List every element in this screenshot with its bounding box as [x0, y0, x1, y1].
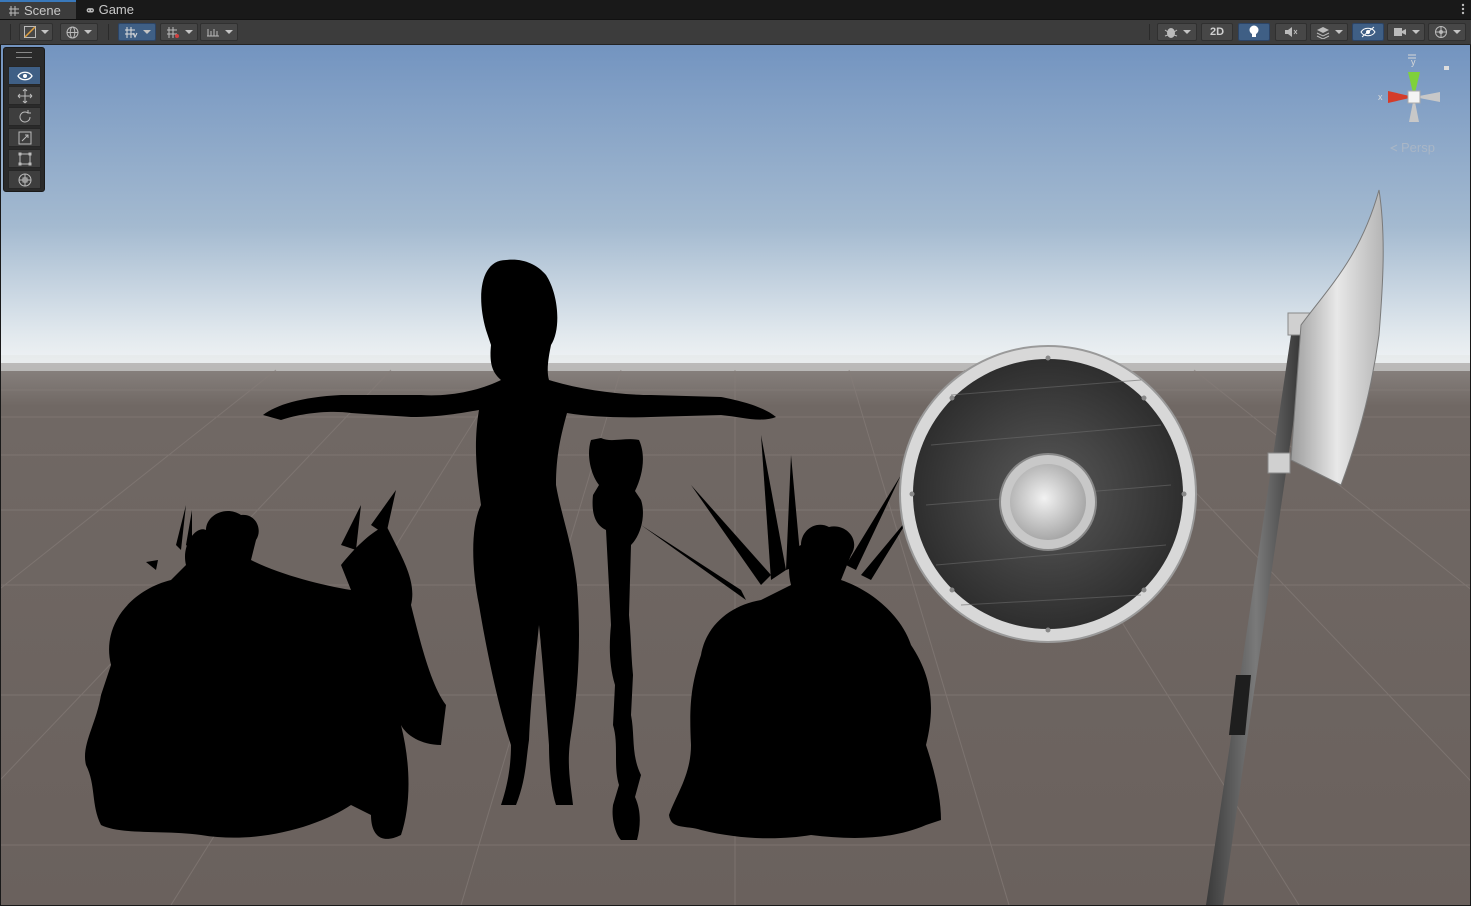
audio-toggle[interactable]	[1275, 23, 1307, 41]
chevron-down-icon	[142, 30, 151, 34]
toolbar-separator	[10, 24, 11, 40]
shaded-mode-icon	[23, 26, 36, 38]
snap-increment-dropdown[interactable]	[160, 23, 198, 41]
tab-game-label: Game	[98, 2, 134, 17]
gizmo-x-label: x	[1378, 92, 1383, 102]
shield	[899, 345, 1197, 643]
rect-tool[interactable]	[8, 149, 41, 168]
2d-toggle-label: 2D	[1209, 26, 1225, 38]
eye-slash-icon	[1360, 26, 1376, 38]
gizmo-globe-icon	[1434, 26, 1447, 38]
move-tool[interactable]	[8, 86, 41, 105]
chevron-down-icon	[184, 30, 193, 34]
chevron-down-icon	[84, 30, 92, 34]
tools-overlay-grip[interactable]	[16, 52, 32, 58]
lightbulb-icon	[1249, 25, 1259, 37]
chevron-down-icon	[1452, 30, 1461, 34]
eye-icon	[16, 71, 33, 80]
snap-increment-icon	[166, 26, 179, 38]
chevron-down-icon	[1334, 30, 1343, 34]
move-arrows-icon	[17, 88, 32, 103]
scale-tool[interactable]	[8, 128, 41, 147]
global-local-dropdown[interactable]	[60, 23, 98, 41]
grid-snap-dropdown[interactable]	[118, 23, 156, 41]
camera-dropdown[interactable]	[1387, 23, 1425, 41]
chevron-left-icon	[1389, 144, 1398, 151]
scale-icon	[18, 131, 31, 144]
draw-mode-dropdown[interactable]	[19, 23, 53, 41]
chevron-down-icon	[40, 30, 49, 34]
effects-layers-icon	[1316, 26, 1329, 39]
gizmo-settings-dropdown[interactable]	[1157, 23, 1197, 41]
tab-game[interactable]: Game	[78, 0, 142, 19]
speaker-mute-icon	[1285, 27, 1298, 37]
projection-label: Persp	[1401, 140, 1435, 155]
grid-snap-icon	[124, 26, 137, 38]
more-options-icon[interactable]	[1461, 2, 1465, 16]
toolbar-separator	[108, 24, 109, 40]
scene-toolbar: 2D	[0, 20, 1471, 45]
grid-icon	[9, 5, 19, 16]
tab-scene-label: Scene	[24, 3, 61, 18]
chevron-down-icon	[224, 30, 233, 34]
2d-toggle[interactable]: 2D	[1201, 23, 1233, 41]
bug-icon	[1164, 27, 1177, 38]
transform-tool[interactable]	[8, 170, 41, 189]
tools-overlay	[3, 47, 45, 192]
projection-toggle[interactable]: Persp	[1389, 140, 1435, 155]
rect-transform-icon	[18, 152, 31, 165]
gizmo-y-label: y	[1411, 57, 1416, 67]
ruler-icon	[206, 29, 219, 37]
gizmo-center-cube[interactable]	[1407, 90, 1421, 104]
scene-render	[1, 45, 1470, 905]
hidden-objects-toggle[interactable]	[1352, 23, 1384, 41]
scene-viewport[interactable]	[1, 45, 1470, 905]
globe-icon	[66, 26, 79, 38]
sky	[1, 45, 1470, 375]
toolbar-separator	[1149, 24, 1150, 40]
gamepad-icon	[86, 7, 94, 12]
chevron-down-icon	[1411, 30, 1420, 34]
tab-scene[interactable]: Scene	[0, 0, 76, 19]
gizmos-dropdown[interactable]	[1428, 23, 1466, 41]
ruler-dropdown[interactable]	[200, 23, 238, 41]
tab-bar: Scene Game	[0, 0, 1471, 20]
rotate-icon	[19, 109, 31, 122]
transform-icon	[18, 173, 31, 186]
chevron-down-icon	[1182, 30, 1191, 34]
view-tool[interactable]	[8, 66, 41, 85]
lighting-toggle[interactable]	[1238, 23, 1270, 41]
effects-dropdown[interactable]	[1310, 23, 1348, 41]
rotate-tool[interactable]	[8, 107, 41, 126]
camera-icon	[1393, 28, 1406, 36]
